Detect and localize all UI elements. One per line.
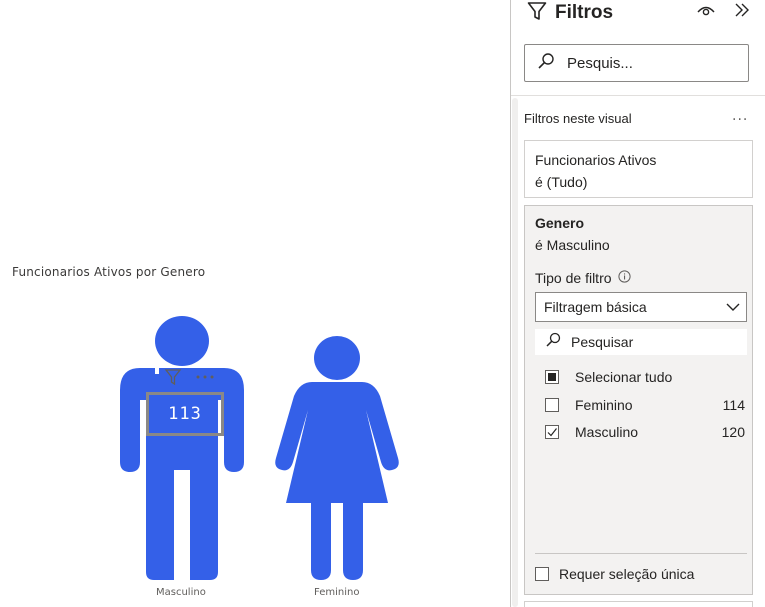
pane-search-input[interactable] (565, 53, 735, 73)
filter-card-funcionarios[interactable]: Funcionarios Ativos é (Tudo) (524, 140, 753, 198)
count-selection-box[interactable]: 113 (146, 392, 224, 436)
section-more-icon[interactable]: ... (732, 108, 748, 124)
funnel-icon (527, 1, 547, 25)
scrollbar-thumb[interactable] (512, 98, 518, 607)
filter-values-search-input[interactable] (569, 333, 729, 351)
pane-scrollbar[interactable] (512, 98, 518, 607)
option-count: 114 (722, 397, 745, 413)
option-checkbox-checked[interactable] (545, 425, 559, 439)
chevron-down-icon (726, 299, 740, 315)
filter-values-search[interactable] (535, 329, 747, 355)
resize-handle[interactable] (216, 433, 224, 436)
resize-handle[interactable] (180, 433, 192, 436)
filter-type-value: Filtragem básica (544, 299, 647, 315)
eye-icon[interactable] (694, 0, 718, 20)
filter-field: Funcionarios Ativos (535, 152, 657, 168)
filter-field: Genero (535, 215, 585, 231)
option-masculino[interactable]: Masculino 120 (545, 421, 745, 443)
select-all-checkbox[interactable] (545, 370, 559, 384)
expand-pane-icon[interactable] (730, 0, 754, 20)
filters-pane: Filtros Filtros neste visual ... Funcion… (511, 0, 765, 607)
gender-pictogram[interactable] (0, 0, 510, 607)
resize-handle[interactable] (216, 392, 224, 395)
filter-condition: é Masculino (535, 237, 610, 253)
option-label: Feminino (575, 397, 633, 413)
filter-type-text: Tipo de filtro (535, 270, 612, 286)
option-count: 120 (721, 424, 745, 440)
male-figure[interactable] (120, 316, 244, 580)
select-all-option[interactable]: Selecionar tudo (545, 366, 745, 388)
option-checkbox[interactable] (545, 398, 559, 412)
filter-icon[interactable] (162, 366, 184, 388)
filter-condition: é (Tudo) (535, 174, 588, 190)
section-label: Filtros neste visual (524, 111, 632, 126)
separator (535, 553, 747, 554)
filter-type-dropdown[interactable]: Filtragem básica (535, 292, 747, 322)
pane-header: Filtros (527, 0, 613, 26)
count-value: 113 (168, 404, 202, 424)
report-canvas: Funcionarios Ativos por Genero 113 Mascu… (0, 0, 510, 607)
single-select-option[interactable]: Requer seleção única (535, 566, 694, 582)
filter-card-genero[interactable]: Genero é Masculino Tipo de filtro Filtra… (524, 205, 753, 595)
filter-card-next[interactable] (524, 601, 753, 607)
female-figure[interactable] (275, 336, 399, 580)
option-label: Selecionar tudo (575, 369, 673, 385)
female-label: Feminino (314, 587, 360, 598)
pane-title: Filtros (555, 2, 614, 23)
filter-type-label: Tipo de filtro (535, 270, 631, 286)
pane-search[interactable] (524, 44, 749, 82)
search-icon (545, 332, 561, 353)
resize-handle[interactable] (180, 392, 192, 395)
option-label: Masculino (575, 424, 639, 440)
info-icon[interactable] (617, 270, 631, 286)
single-select-checkbox[interactable] (535, 567, 549, 581)
more-options-icon[interactable] (194, 366, 216, 388)
separator (511, 95, 765, 96)
male-label: Masculino (156, 587, 206, 598)
resize-handle[interactable] (146, 392, 154, 395)
option-feminino[interactable]: Feminino 114 (545, 394, 745, 416)
visual-header (162, 366, 216, 388)
resize-handle[interactable] (146, 433, 154, 436)
single-select-label: Requer seleção única (559, 566, 695, 582)
search-icon (537, 52, 555, 74)
